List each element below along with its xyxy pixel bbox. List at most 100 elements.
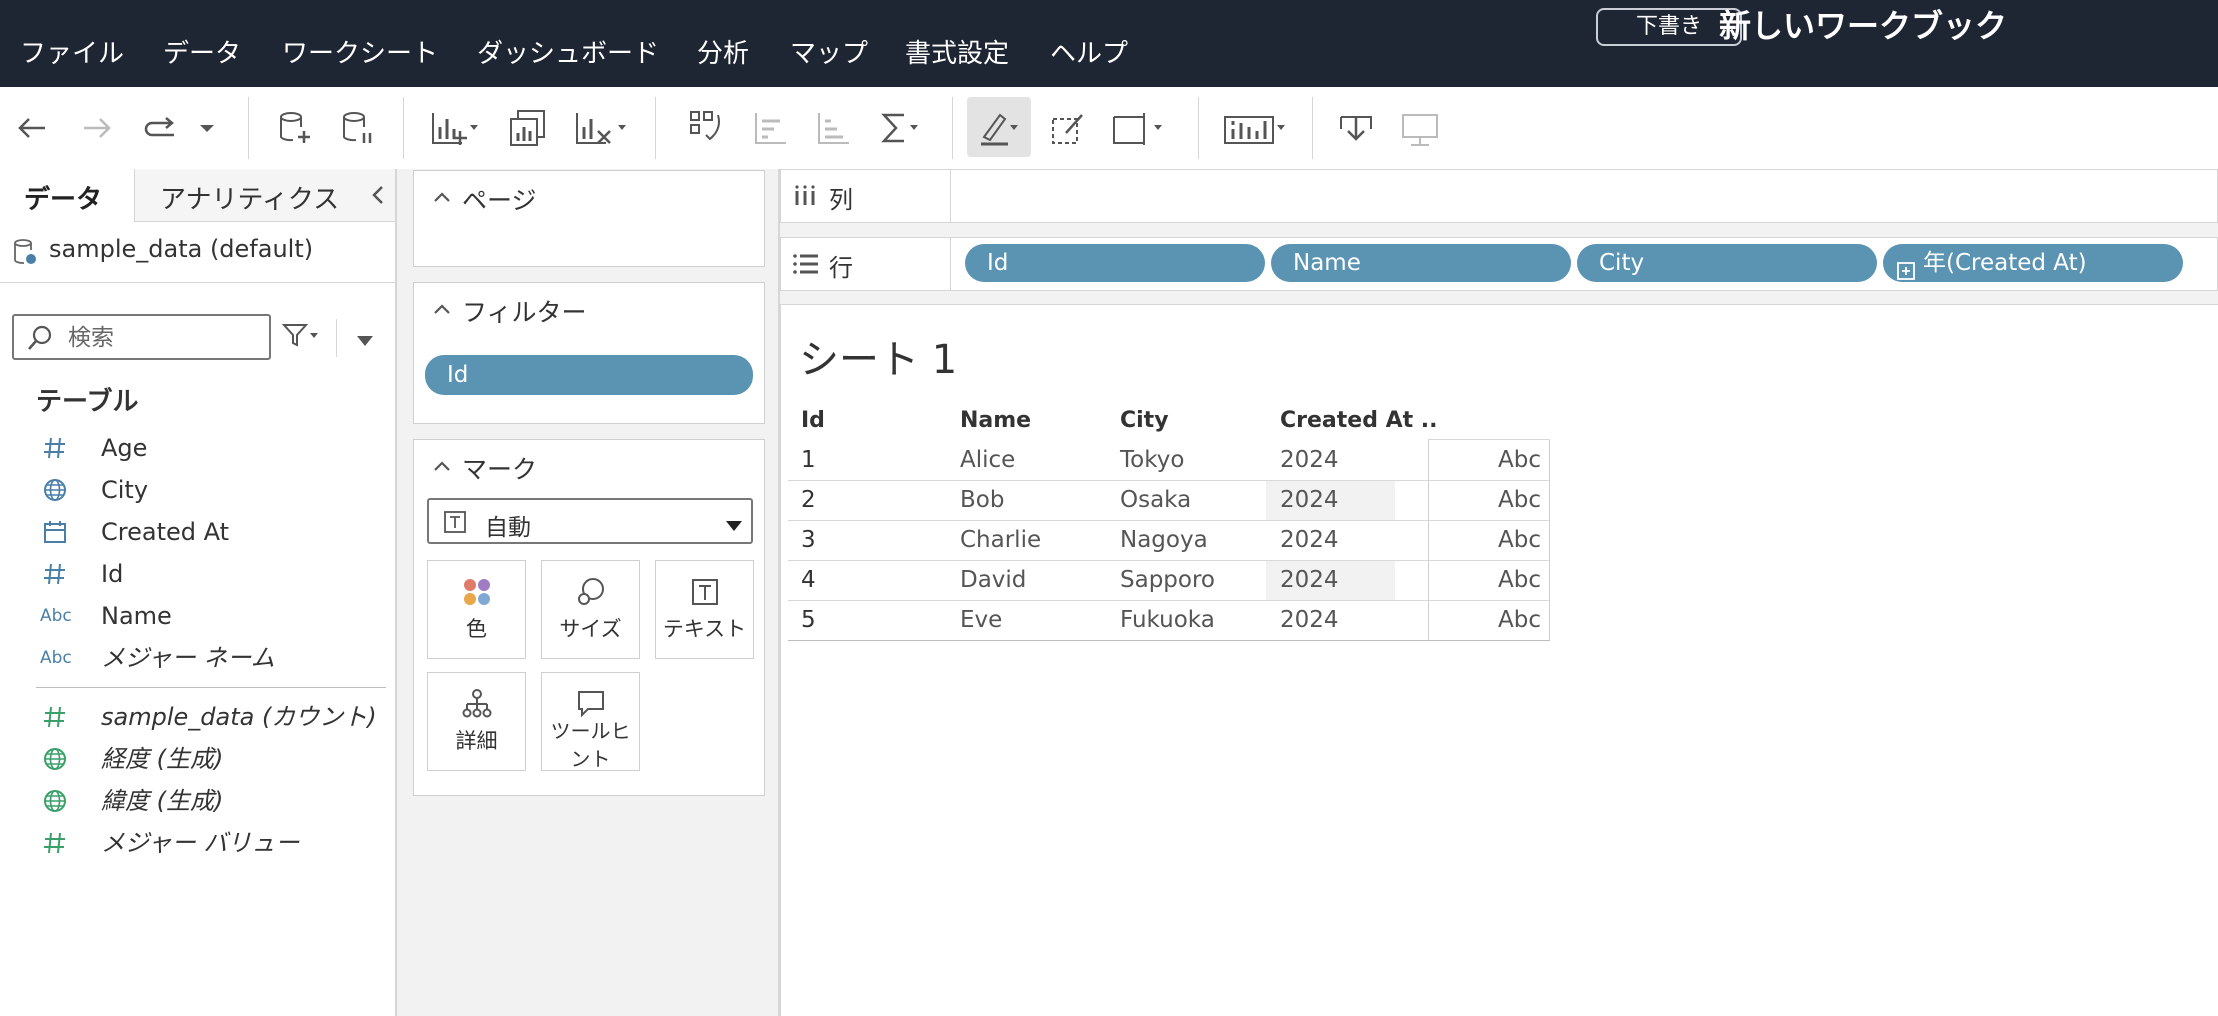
- row-pill-year[interactable]: 年(Created At): [1883, 244, 2183, 282]
- number-icon: [40, 561, 70, 587]
- fit-icon[interactable]: [1110, 109, 1170, 147]
- worksheet-area: 列 行 Id Name City 年(Created At) シート 1 Id …: [780, 169, 2218, 1016]
- toolbar-separator: [403, 97, 404, 159]
- menu-help[interactable]: ヘルプ: [1050, 36, 1128, 72]
- field-name: 緯度 (生成): [101, 787, 224, 815]
- text-button[interactable]: テキスト: [655, 560, 754, 659]
- globe-icon: [40, 477, 70, 503]
- menu-map[interactable]: マップ: [790, 36, 868, 72]
- field-item[interactable]: Abc メジャー ネーム: [0, 637, 395, 677]
- field-item[interactable]: Created At: [0, 511, 395, 551]
- forward-icon[interactable]: [80, 109, 114, 147]
- menu-dashboard[interactable]: ダッシュボード: [477, 36, 659, 72]
- detail-button[interactable]: 詳細: [427, 672, 526, 771]
- show-me-icon[interactable]: [1223, 109, 1289, 147]
- cell-abc: Abc: [1428, 440, 1550, 480]
- row-pill-year-label: 年(Created At): [1923, 250, 2087, 276]
- chevron-left-icon[interactable]: [368, 183, 388, 211]
- field-item[interactable]: 経度 (生成): [0, 738, 395, 778]
- field-item[interactable]: Id: [0, 553, 395, 593]
- column-header[interactable]: Created At ..: [1280, 408, 1438, 433]
- sheet-title[interactable]: シート 1: [799, 327, 957, 385]
- search-box[interactable]: [12, 314, 271, 360]
- menu-format[interactable]: 書式設定: [905, 36, 1009, 72]
- tab-analytics[interactable]: アナリティクス: [135, 169, 395, 222]
- marks-card[interactable]: マーク 自動 色 サイズ テキスト 詳細 ツールヒント: [413, 439, 765, 796]
- caret-down-icon[interactable]: [355, 333, 375, 352]
- rows-shelf[interactable]: 行 Id Name City 年(Created At): [780, 237, 2218, 291]
- chevron-up-icon[interactable]: [432, 301, 452, 320]
- number-icon: [40, 704, 70, 730]
- size-icon: [542, 575, 639, 609]
- menu-data[interactable]: データ: [163, 36, 241, 72]
- new-worksheet-icon[interactable]: [430, 109, 480, 147]
- presentation-icon[interactable]: [1399, 109, 1441, 147]
- duplicate-sheet-icon[interactable]: [508, 109, 548, 147]
- download-icon[interactable]: [1337, 109, 1375, 147]
- field-name: メジャー ネーム: [101, 644, 275, 672]
- filters-card[interactable]: フィルター Id: [413, 282, 765, 424]
- filter-icon[interactable]: [281, 323, 322, 351]
- globe-icon: [40, 746, 70, 772]
- menu-worksheet[interactable]: ワークシート: [282, 36, 438, 72]
- row-pill-id[interactable]: Id: [965, 244, 1265, 282]
- redo-icon[interactable]: [140, 109, 180, 147]
- group-icon[interactable]: [1050, 109, 1086, 147]
- back-icon[interactable]: [15, 109, 49, 147]
- field-item[interactable]: メジャー バリュー: [0, 822, 395, 862]
- menu-file[interactable]: ファイル: [20, 36, 124, 72]
- chevron-up-icon[interactable]: [432, 189, 452, 208]
- mark-type-dropdown[interactable]: 自動: [427, 498, 753, 544]
- field-item[interactable]: Age: [0, 427, 395, 467]
- column-header[interactable]: Name: [960, 408, 1031, 433]
- text-icon: [656, 575, 753, 609]
- field-item[interactable]: City: [0, 469, 395, 509]
- rows-shelf-label: 行: [781, 238, 951, 290]
- tab-data-label: データ: [24, 185, 103, 215]
- highlight-icon[interactable]: [978, 109, 1022, 147]
- text-mark-icon: [443, 510, 467, 538]
- menu-analysis[interactable]: 分析: [697, 36, 749, 72]
- columns-icon: [793, 185, 817, 213]
- tab-data[interactable]: データ: [0, 169, 135, 222]
- clear-sheet-icon[interactable]: [574, 109, 630, 147]
- field-item[interactable]: sample_data (カウント): [0, 696, 395, 736]
- cell-id: 2: [801, 487, 816, 513]
- tooltip-button[interactable]: ツールヒント: [541, 672, 640, 771]
- field-name: 経度 (生成): [101, 745, 224, 773]
- toolbar: [0, 87, 2218, 170]
- columns-shelf[interactable]: 列: [780, 169, 2218, 223]
- datasource-item[interactable]: sample_data (default): [0, 222, 395, 283]
- column-header[interactable]: City: [1120, 408, 1169, 433]
- sum-icon[interactable]: [880, 109, 924, 147]
- field-item[interactable]: Abc Name: [0, 595, 395, 635]
- column-header[interactable]: Id: [801, 408, 825, 433]
- search-input[interactable]: [66, 323, 260, 353]
- detail-label: 詳細: [455, 729, 498, 753]
- size-button[interactable]: サイズ: [541, 560, 640, 659]
- dropdown-icon[interactable]: [198, 109, 216, 147]
- swap-icon[interactable]: [688, 109, 726, 147]
- sort-ascending-icon[interactable]: [752, 109, 790, 147]
- row-pill-name[interactable]: Name: [1271, 244, 1571, 282]
- datasource-name: sample_data (default): [49, 235, 314, 263]
- field-name: Name: [101, 602, 172, 630]
- columns-shelf-label: 列: [781, 170, 951, 222]
- cell-name: Bob: [960, 487, 1005, 513]
- cell-abc: Abc: [1428, 600, 1550, 640]
- cell-name: Eve: [960, 607, 1003, 633]
- expand-icon[interactable]: [1897, 254, 1915, 282]
- data-pane: データ アナリティクス sample_data (default) テーブル A…: [0, 169, 397, 1016]
- sort-descending-icon[interactable]: [815, 109, 853, 147]
- pause-updates-icon[interactable]: [340, 109, 376, 147]
- row-pill-city[interactable]: City: [1577, 244, 1877, 282]
- filter-pill[interactable]: Id: [425, 355, 753, 395]
- color-button[interactable]: 色: [427, 560, 526, 659]
- pages-card[interactable]: ページ: [413, 170, 765, 267]
- dimensions-measures-divider: [36, 687, 386, 688]
- new-datasource-icon[interactable]: [277, 109, 313, 147]
- cell-abc: Abc: [1428, 480, 1550, 520]
- field-item[interactable]: 緯度 (生成): [0, 780, 395, 820]
- cell-city: Nagoya: [1120, 527, 1208, 553]
- chevron-up-icon[interactable]: [432, 458, 452, 477]
